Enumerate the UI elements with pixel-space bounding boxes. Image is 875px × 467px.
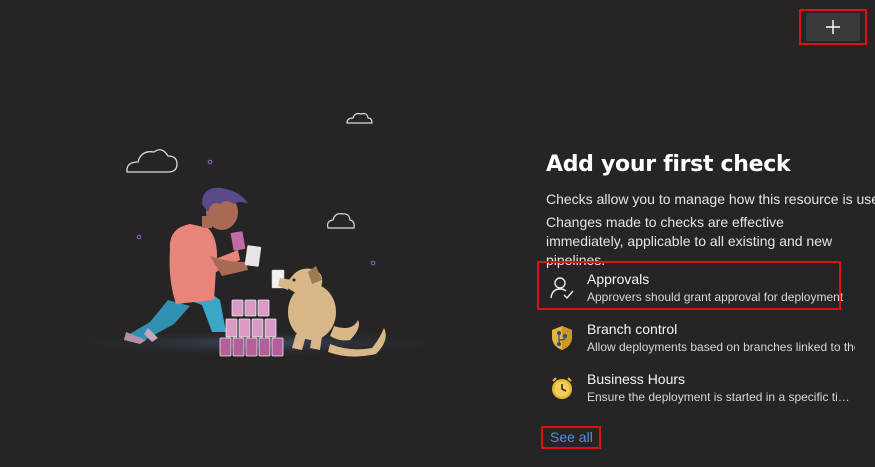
checks-page: Add your first check Checks allow you to… <box>0 0 875 467</box>
check-item-label: Business Hours <box>587 371 686 387</box>
clock-icon <box>552 377 572 399</box>
cloud-icon <box>326 213 355 229</box>
cloud-icon <box>346 112 373 124</box>
check-item-business-hours[interactable]: Business Hours Ensure the deployment is … <box>546 371 866 411</box>
cloud-icon <box>126 149 178 173</box>
check-item-label: Branch control <box>587 321 678 337</box>
description-text: Checks allow you to manage how this reso… <box>546 191 875 207</box>
empty-state-illustration <box>50 112 470 357</box>
card-house <box>219 299 284 357</box>
check-item-description: Ensure the deployment is started in a sp… <box>587 390 855 404</box>
approvals-highlight <box>537 261 841 310</box>
add-button-highlight <box>799 9 867 45</box>
see-all-highlight <box>541 426 601 449</box>
page-title: Add your first check <box>546 152 791 177</box>
empty-state-panel: Add your first check Checks allow you to… <box>546 152 875 404</box>
check-item-description: Allow deployments based on branches link… <box>587 340 855 354</box>
check-item-branch-control[interactable]: Branch control Allow deployments based o… <box>546 321 866 361</box>
branch-shield-icon <box>552 326 572 350</box>
